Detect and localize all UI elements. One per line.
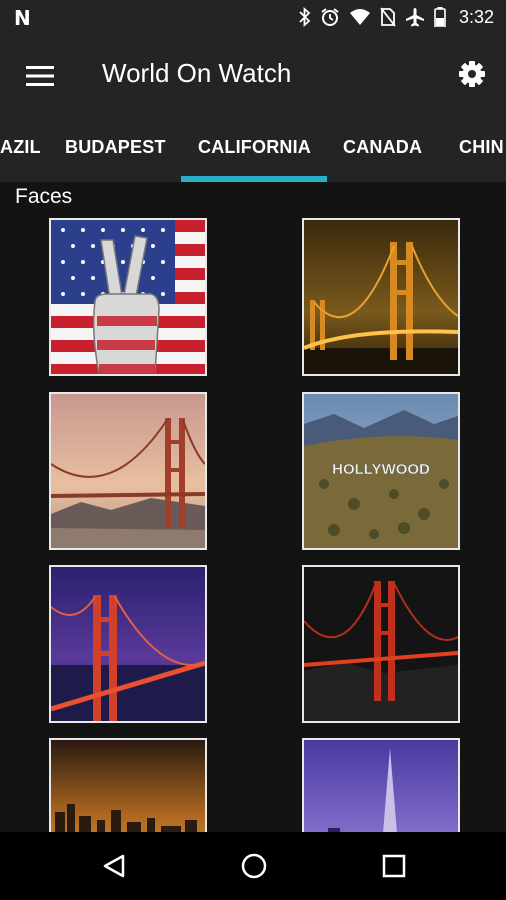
status-bar: N 3:32: [0, 0, 506, 34]
golden-gate-sunset-image: [51, 394, 205, 548]
home-button[interactable]: [234, 846, 274, 886]
status-time: 3:32: [458, 6, 494, 27]
no-sim-icon: [380, 7, 396, 27]
app-bar: World On Watch: [0, 34, 506, 116]
transamerica-pyramid-dusk-image: [304, 740, 458, 832]
menu-button[interactable]: [20, 56, 60, 96]
golden-gate-purple-dusk-image: [51, 567, 205, 721]
tab-china[interactable]: CHIN: [459, 137, 504, 158]
bluetooth-icon: [299, 7, 311, 27]
back-button[interactable]: [94, 846, 134, 886]
face-thumbnail[interactable]: [49, 738, 207, 832]
face-thumbnail[interactable]: HOLLYWOOD: [302, 392, 460, 550]
face-thumbnail[interactable]: [49, 565, 207, 723]
hollywood-sign-image: HOLLYWOOD: [304, 394, 458, 548]
section-title: Faces: [15, 185, 73, 208]
face-thumbnail[interactable]: [302, 565, 460, 723]
status-icons: 3:32: [299, 0, 494, 34]
tab-brazil[interactable]: AZIL: [0, 137, 41, 158]
tab-strip: AZIL BUDAPEST CALIFORNIA CANADA CHIN: [0, 116, 506, 182]
airplane-icon: [405, 7, 425, 27]
tab-canada[interactable]: CANADA: [343, 137, 422, 158]
face-thumbnail[interactable]: [302, 218, 460, 376]
wifi-icon: [349, 8, 371, 26]
home-circle-icon: [241, 853, 267, 879]
system-nav-bar: [0, 832, 506, 900]
hamburger-menu-icon: [26, 66, 54, 86]
battery-icon: [434, 7, 446, 27]
alarm-icon: [320, 7, 340, 27]
hollywood-sign-text: HOLLYWOOD: [332, 461, 430, 478]
tab-california[interactable]: CALIFORNIA: [198, 137, 311, 158]
golden-gate-dark-night-image: [304, 567, 458, 721]
city-skyline-sunset-image: [51, 740, 205, 832]
gear-icon: [459, 61, 485, 87]
face-thumbnail[interactable]: [302, 738, 460, 832]
app-title: World On Watch: [102, 58, 292, 88]
recents-button[interactable]: [374, 846, 414, 886]
golden-gate-night-gold-image: [304, 220, 458, 374]
faces-grid: Faces HOLLYWOOD: [0, 182, 506, 832]
recents-square-icon: [382, 854, 406, 878]
settings-button[interactable]: [452, 54, 492, 94]
n-logo-icon: N: [14, 6, 31, 30]
tab-budapest[interactable]: BUDAPEST: [65, 137, 166, 158]
back-triangle-icon: [103, 854, 125, 878]
usa-flag-peace-hand-image: [51, 220, 205, 374]
face-thumbnail[interactable]: [49, 392, 207, 550]
face-thumbnail[interactable]: [49, 218, 207, 376]
